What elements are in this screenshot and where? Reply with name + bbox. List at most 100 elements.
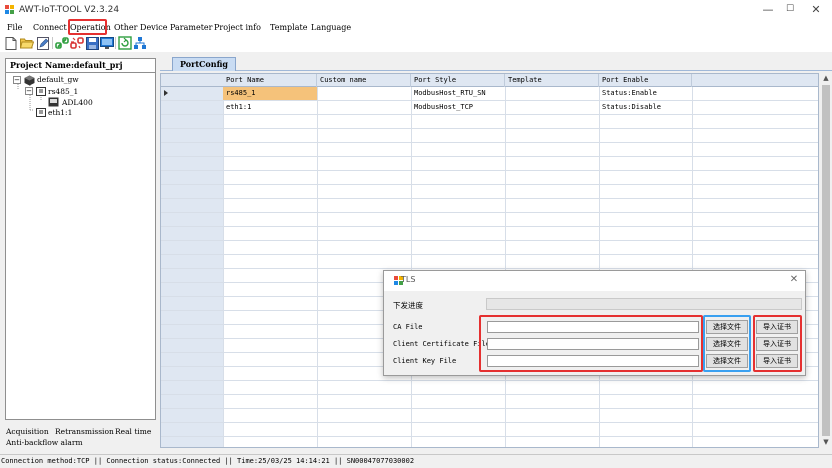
- import-buttons-highlight: [753, 315, 802, 372]
- column-custom-name[interactable]: Custom name: [317, 74, 411, 87]
- grid-row-line: [161, 170, 818, 171]
- left-panel-tabs: Acquisition Retransmission Real time Ant…: [5, 422, 156, 448]
- scroll-up-icon[interactable]: ▲: [820, 73, 832, 84]
- scroll-down-icon[interactable]: ▼: [820, 437, 832, 448]
- tab-portconfig[interactable]: PortConfig: [172, 57, 236, 71]
- tab-retransmission[interactable]: Retransmission: [55, 427, 114, 436]
- tree-root-default-gw[interactable]: default_gw: [37, 75, 79, 84]
- ethernet-port-icon: [36, 108, 46, 119]
- status-time: Time:25/03/25 14:14:21: [237, 457, 330, 465]
- project-tree-panel: Project Name:default_prj − default_gw − …: [5, 58, 156, 420]
- cell-template[interactable]: [505, 101, 508, 114]
- app-logo-icon: [5, 4, 15, 15]
- cell-custom-name[interactable]: [317, 101, 320, 114]
- cell-port-style[interactable]: ModbusHost_RTU_SN: [411, 87, 486, 100]
- refresh-icon[interactable]: [118, 36, 132, 50]
- grid-row-line: [161, 142, 818, 143]
- column-port-enable[interactable]: Port Enable: [599, 74, 692, 87]
- row-header-column: [161, 74, 223, 447]
- grid-column-line: [317, 87, 318, 447]
- grid-row-line: [161, 380, 818, 381]
- menu-bar: File Connect Operation Other Device Para…: [0, 19, 832, 35]
- browse-buttons-highlight: [703, 315, 751, 372]
- client-key-file-label: Client Key File: [393, 357, 457, 365]
- grid-vertical-scrollbar[interactable]: ▲ ▼: [820, 73, 832, 448]
- cell-port-enable[interactable]: Status:Enable: [599, 87, 657, 100]
- status-bar: Connection method:TCP || Connection stat…: [0, 454, 832, 468]
- connection-status: Connection status:Connected: [106, 457, 221, 465]
- cell-port-name[interactable]: rs485_1: [223, 87, 256, 100]
- menu-file[interactable]: File: [7, 21, 22, 34]
- menu-other-device[interactable]: Other Device: [114, 21, 167, 34]
- connection-method: Connection method:TCP: [1, 457, 90, 465]
- save-icon[interactable]: [85, 36, 99, 50]
- serial-number: SN00047077030002: [346, 457, 415, 465]
- cell-port-name[interactable]: eth1:1: [223, 101, 251, 114]
- connect-icon[interactable]: [55, 36, 69, 50]
- tab-acquisition[interactable]: Acquisition: [6, 427, 49, 436]
- grid-column-line: [411, 87, 412, 447]
- tls-dialog-titlebar: TLS ✕: [384, 271, 805, 291]
- grid-row-line: [161, 114, 818, 115]
- grid-header-row: Port Name Custom name Port Style Templat…: [161, 74, 818, 87]
- tls-dialog-title: TLS: [401, 275, 416, 284]
- tree-port-eth1[interactable]: eth1:1: [48, 108, 72, 117]
- cell-custom-name[interactable]: [317, 87, 320, 100]
- menu-project-info[interactable]: Project info: [214, 21, 261, 34]
- grid-row-line: [161, 100, 818, 101]
- disconnect-icon[interactable]: [70, 36, 84, 50]
- window-title: AWT-IoT-TOOL V2.3.24: [19, 4, 120, 15]
- tree-port-rs485-1[interactable]: rs485_1: [48, 87, 78, 96]
- menu-language[interactable]: Language: [311, 21, 351, 34]
- operation-menu-highlight: [68, 19, 107, 35]
- scrollbar-thumb[interactable]: [822, 85, 830, 436]
- file-inputs-highlight: [479, 315, 703, 372]
- grid-column-line: [599, 87, 600, 447]
- menu-template[interactable]: Template: [270, 21, 307, 34]
- open-folder-icon[interactable]: [20, 36, 34, 50]
- port-icon: [36, 87, 46, 98]
- edit-icon[interactable]: [36, 36, 50, 50]
- grid-column-line: [692, 87, 693, 447]
- grid-row-line: [161, 226, 818, 227]
- client-cert-file-label: Client Certificate File: [393, 340, 490, 348]
- cell-port-style[interactable]: ModbusHost_TCP: [411, 101, 473, 114]
- tree-device-adl400[interactable]: ADL400: [62, 98, 93, 107]
- cell-port-enable[interactable]: Status:Disable: [599, 101, 661, 114]
- project-name-header: Project Name:default_prj: [6, 59, 155, 73]
- grid-row-line: [161, 268, 818, 269]
- column-port-style[interactable]: Port Style: [411, 74, 505, 87]
- grid-row-line: [161, 212, 818, 213]
- menu-connect[interactable]: Connect: [33, 21, 67, 34]
- collapse-root-toggle[interactable]: −: [13, 76, 21, 84]
- grid-column-line: [223, 87, 224, 447]
- document-tab-strip: PortConfig: [160, 57, 832, 71]
- tab-real-time[interactable]: Real time: [115, 427, 151, 436]
- grid-column-line: [505, 87, 506, 447]
- progress-label: 下发进度: [393, 301, 423, 310]
- monitor-icon[interactable]: [100, 36, 114, 50]
- grid-row-line: [161, 408, 818, 409]
- new-file-icon[interactable]: [4, 36, 18, 50]
- network-icon[interactable]: [133, 36, 147, 50]
- column-port-name[interactable]: Port Name: [223, 74, 317, 87]
- menu-parameter[interactable]: Parameter: [170, 21, 212, 34]
- grid-row-line: [161, 422, 818, 423]
- grid-row-line: [161, 128, 818, 129]
- maximize-button[interactable]: ☐: [779, 0, 801, 19]
- grid-row-line: [161, 436, 818, 437]
- title-bar: AWT-IoT-TOOL V2.3.24 — ☐ ✕: [0, 0, 832, 19]
- grid-row-line: [161, 254, 818, 255]
- grid-row-line: [161, 198, 818, 199]
- grid-row-line: [161, 240, 818, 241]
- tls-dialog-close-button[interactable]: ✕: [787, 273, 801, 287]
- tab-anti-backflow-alarm[interactable]: Anti-backflow alarm: [6, 438, 83, 447]
- minimize-button[interactable]: —: [757, 0, 779, 19]
- column-template[interactable]: Template: [505, 74, 599, 87]
- collapse-rs485-toggle[interactable]: −: [25, 87, 33, 95]
- download-progress-bar: [486, 298, 802, 310]
- grid-row-line: [161, 394, 818, 395]
- cell-template[interactable]: [505, 87, 508, 100]
- close-button[interactable]: ✕: [805, 0, 827, 19]
- grid-row-line: [161, 184, 818, 185]
